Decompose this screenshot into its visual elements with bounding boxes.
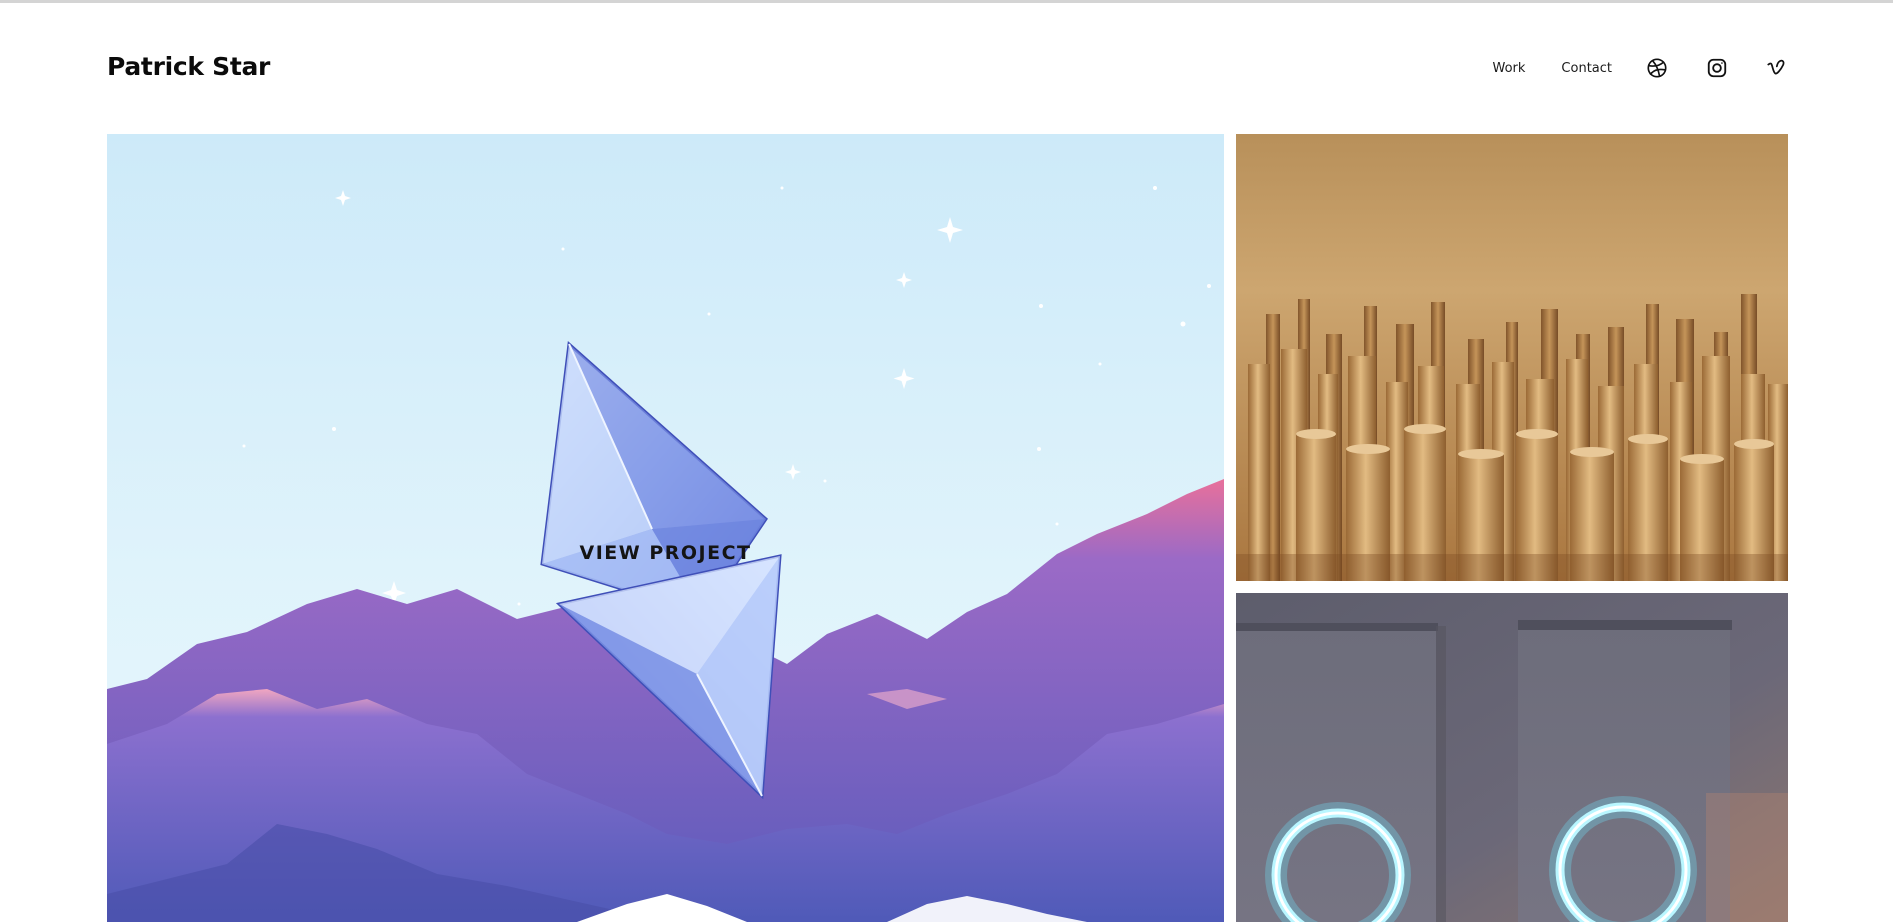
project-tile-cylinders[interactable] — [1236, 134, 1788, 581]
social-links — [1646, 57, 1788, 79]
dribbble-icon[interactable] — [1646, 57, 1668, 79]
nav-link-work[interactable]: Work — [1493, 61, 1526, 76]
view-project-label[interactable]: VIEW PROJECT — [107, 542, 1224, 564]
project-image-neon-rings — [1236, 593, 1788, 922]
site-header: Patrick Star Work Contact — [107, 46, 1788, 90]
project-tile-neon-rings[interactable] — [1236, 593, 1788, 922]
site-title[interactable]: Patrick Star — [107, 52, 270, 81]
project-tile-featured[interactable]: VIEW PROJECT — [107, 134, 1224, 922]
project-image-diamond — [107, 134, 1224, 922]
vimeo-icon[interactable] — [1766, 57, 1788, 79]
main-nav: Work Contact — [1493, 54, 1789, 82]
instagram-icon[interactable] — [1706, 57, 1728, 79]
project-image-cylinders — [1236, 134, 1788, 581]
nav-link-contact[interactable]: Contact — [1561, 61, 1612, 76]
top-rule — [0, 0, 1893, 3]
